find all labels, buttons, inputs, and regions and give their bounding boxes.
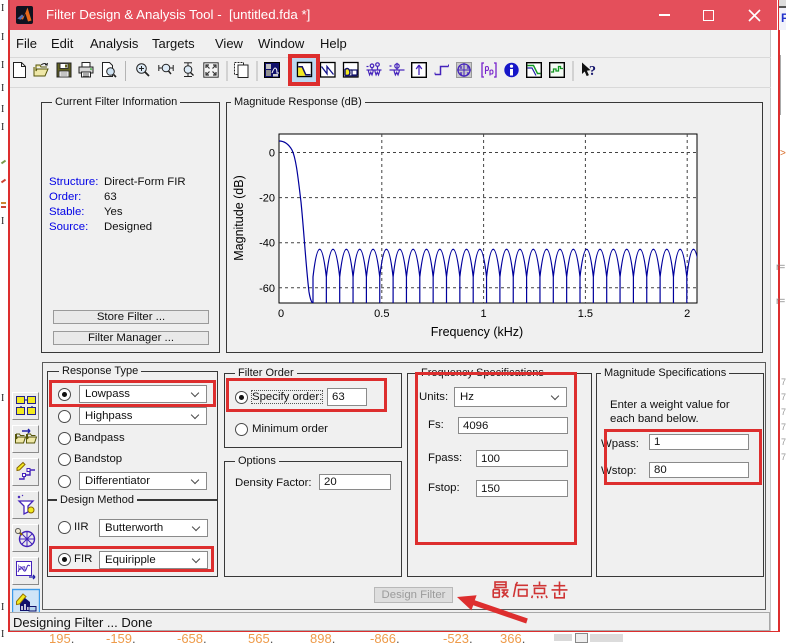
svg-text:2: 2 [684, 308, 690, 320]
svg-text:-40: -40 [259, 238, 275, 250]
svg-text:1.5: 1.5 [578, 308, 593, 320]
svg-text:1: 1 [481, 308, 487, 320]
svg-text:0: 0 [269, 148, 275, 160]
svg-text:0: 0 [278, 308, 284, 320]
svg-text:0.5: 0.5 [374, 308, 389, 320]
svg-text:ba: ba [18, 565, 26, 572]
svg-text:-60: -60 [259, 283, 275, 295]
svg-text:Magnitude (dB): Magnitude (dB) [232, 175, 246, 260]
svg-text:?: ? [589, 64, 596, 79]
svg-text:Frequency (kHz): Frequency (kHz) [431, 325, 523, 339]
svg-text:-20: -20 [259, 193, 275, 205]
